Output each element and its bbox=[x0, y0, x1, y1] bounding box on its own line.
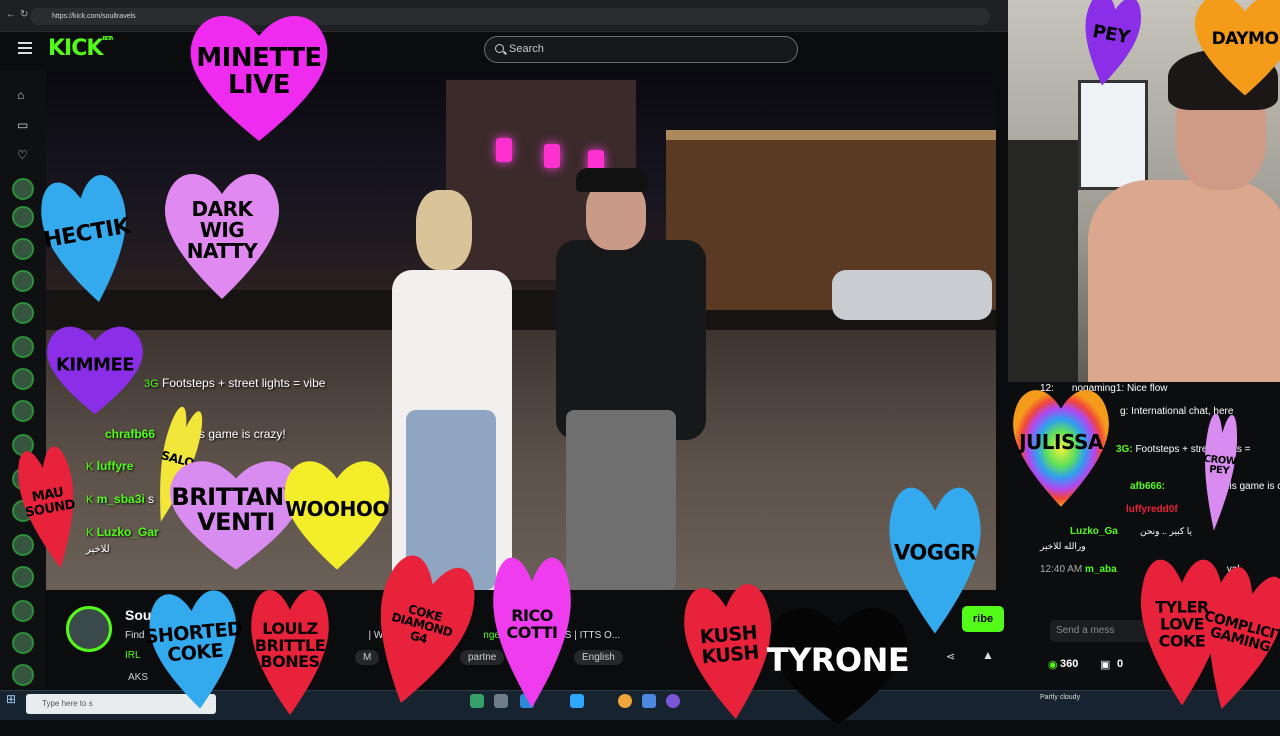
heart-sticker: VOGGR bbox=[885, 473, 985, 648]
heart-sticker: KIMMEE bbox=[43, 318, 148, 423]
overlay-chat-text: Footsteps + street lights = vibe bbox=[162, 376, 326, 390]
chat-username: luffyredd0f bbox=[1126, 504, 1178, 515]
heart-label: LOULZ BRITTLE BONES bbox=[254, 618, 326, 672]
address-bar[interactable]: https://kick.com/soultravels bbox=[30, 8, 990, 25]
heart-label: JULISSA bbox=[1019, 429, 1103, 454]
chat-username: m_aba bbox=[1085, 564, 1117, 575]
overlay-chat-line: K m_sba3i s bbox=[86, 492, 154, 506]
report-icon[interactable]: ▲ bbox=[982, 648, 994, 662]
menu-icon[interactable] bbox=[18, 42, 32, 54]
chat-username: afb666: bbox=[1130, 481, 1166, 492]
following-heart-icon[interactable]: ♡ bbox=[17, 148, 28, 162]
heart-label: MINETTE LIVE bbox=[196, 42, 322, 100]
overlay-chat-text: للاخير bbox=[86, 544, 110, 555]
back-icon[interactable]: ← bbox=[6, 9, 16, 20]
heart-sticker: DARK WIG NATTY bbox=[160, 161, 285, 311]
black-cap bbox=[576, 168, 648, 192]
heart-label: KIMMEE bbox=[55, 354, 135, 376]
viewer-count: 360 bbox=[1060, 658, 1079, 670]
chat-username: 3G: bbox=[1116, 444, 1133, 455]
chat-message: ورالله للاخير bbox=[1040, 541, 1086, 551]
home-icon[interactable]: ⌂ bbox=[17, 88, 24, 102]
channel-avatar[interactable] bbox=[66, 606, 112, 652]
heart-label: DARK WIG NATTY bbox=[186, 196, 258, 263]
followed-channel-avatar[interactable] bbox=[12, 270, 34, 292]
stream-tag[interactable]: English bbox=[574, 650, 623, 665]
weather-status: Partly cloudy bbox=[1040, 694, 1081, 701]
followed-channel-avatar[interactable] bbox=[12, 206, 34, 228]
heart-label: RICO COTTI bbox=[506, 606, 559, 642]
overlay-chat-user: m_sba3i bbox=[96, 492, 145, 506]
neon-window bbox=[496, 138, 512, 162]
followed-channel-avatar[interactable] bbox=[12, 302, 34, 324]
chat-message: Luzko_Ga bbox=[1070, 526, 1118, 537]
beta-badge: BETA bbox=[102, 36, 113, 42]
heart-sticker: DAYMO bbox=[1190, 0, 1280, 105]
followed-channel-avatar[interactable] bbox=[12, 336, 34, 358]
streamer-torso bbox=[1088, 180, 1280, 382]
eye-icon: ◉ bbox=[1048, 659, 1058, 671]
windows-start-icon[interactable]: ⊞ bbox=[6, 692, 16, 706]
overlay-chat-line: K luffyre bbox=[86, 459, 133, 473]
overlay-chat-user: chrafb66 bbox=[105, 427, 156, 441]
followed-channel-avatar[interactable] bbox=[12, 368, 34, 390]
obs-icon[interactable] bbox=[666, 694, 680, 708]
heart-sticker: JULISSA bbox=[1009, 378, 1114, 518]
search-icon bbox=[495, 44, 504, 53]
heart-sticker: WOOHOO bbox=[280, 450, 395, 580]
chat-timestamp: 12:40 AM bbox=[1040, 564, 1083, 575]
string-lights bbox=[666, 130, 996, 140]
followed-channel-avatar[interactable] bbox=[12, 632, 34, 654]
stream-title-left: Find bbox=[125, 630, 145, 641]
chat-message: يا كبير .. ونحن bbox=[1140, 526, 1192, 536]
heart-label: DAYMO bbox=[1211, 29, 1279, 50]
overlay-chat-badge: K bbox=[86, 527, 94, 539]
heart-sticker: MINETTE LIVE bbox=[184, 3, 334, 153]
followed-channel-avatar[interactable] bbox=[12, 238, 34, 260]
heart-label: VOGGR bbox=[894, 540, 976, 565]
ticker-text: AKS bbox=[128, 672, 149, 683]
parked-car bbox=[832, 270, 992, 320]
grey-trousers bbox=[566, 410, 676, 590]
followed-channel-avatar[interactable] bbox=[12, 400, 34, 422]
neon-window bbox=[544, 144, 560, 168]
heart-label: SHORTED COKE bbox=[143, 618, 244, 667]
share-icon[interactable]: ⋖ bbox=[946, 650, 955, 663]
gift-icon[interactable]: ▣ bbox=[1100, 658, 1110, 671]
overlay-chat-badge: K bbox=[86, 494, 94, 506]
followed-channel-avatar[interactable] bbox=[12, 664, 34, 686]
taskbar-app-icon[interactable] bbox=[470, 694, 484, 708]
followed-channel-avatar[interactable] bbox=[12, 600, 34, 622]
woman-head bbox=[416, 190, 472, 270]
dark-chair bbox=[1008, 140, 1078, 382]
heart-label: WOOHOO bbox=[285, 497, 389, 522]
gift-count: 0 bbox=[1117, 658, 1124, 670]
chat-message: luffyredd0f bbox=[1126, 504, 1178, 515]
reload-icon[interactable]: ↻ bbox=[20, 9, 28, 20]
category-link[interactable]: IRL bbox=[125, 650, 141, 661]
kick-logo[interactable]: KICKBETA bbox=[48, 36, 114, 61]
search-input[interactable]: Search bbox=[484, 36, 798, 63]
overlay-chat-line: 3G Footsteps + street lights = vibe bbox=[144, 376, 325, 390]
overlay-chat-user: luffyre bbox=[96, 459, 134, 473]
heart-sticker: SHORTED COKE bbox=[142, 576, 249, 724]
taskbar-app-icon[interactable] bbox=[642, 694, 656, 708]
logo-text: KICK bbox=[48, 36, 103, 61]
overlay-chat-badge: K bbox=[86, 461, 94, 473]
heart-sticker: RICO COTTI bbox=[490, 542, 575, 722]
heart-sticker: LOULZ BRITTLE BONES bbox=[248, 577, 333, 727]
browse-icon[interactable]: ▭ bbox=[17, 118, 28, 132]
chrome-icon[interactable] bbox=[618, 694, 632, 708]
chat-username: Luzko_Ga bbox=[1070, 526, 1118, 537]
